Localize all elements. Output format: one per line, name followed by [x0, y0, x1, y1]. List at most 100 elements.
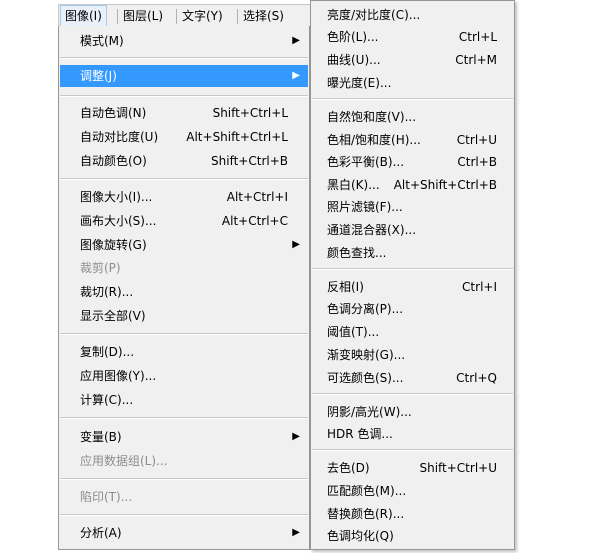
menu-item-posterize[interactable]: 色调分离(P)... [312, 298, 513, 320]
menu-separator [60, 514, 308, 516]
menu-item-label: 模式(M) [80, 34, 124, 48]
menu-item-label: 调整(J) [80, 69, 117, 83]
menu-item-label: 亮度/对比度(C)... [327, 8, 421, 22]
menu-item-hdr-toning[interactable]: HDR 色调... [312, 423, 513, 445]
menu-bar: 图像(I) 图层(L) 文字(Y) 选择(S) [58, 4, 320, 27]
menu-item-auto-contrast[interactable]: 自动对比度(U) Alt+Shift+Ctrl+L [60, 126, 308, 148]
menu-item-shortcut: Alt+Ctrl+I [226, 190, 288, 204]
menu-item-label: 阴影/高光(W)... [327, 405, 412, 419]
submenu-arrow-icon: ▶ [292, 35, 300, 46]
menu-item-label: 去色(D) [327, 461, 370, 475]
menu-item-label: 裁剪(P) [80, 261, 121, 275]
menubar-select[interactable]: 选择(S) [239, 5, 288, 27]
menu-item-shortcut: Alt+Shift+Ctrl+B [393, 178, 497, 192]
menu-item-label: 自动色调(N) [80, 106, 147, 120]
menu-item-auto-tone[interactable]: 自动色调(N) Shift+Ctrl+L [60, 102, 308, 124]
menu-item-black-white[interactable]: 黑白(K)... Alt+Shift+Ctrl+B [312, 174, 513, 196]
menu-item-canvas-size[interactable]: 画布大小(S)... Alt+Ctrl+C [60, 210, 308, 232]
menu-item-image-size[interactable]: 图像大小(I)... Alt+Ctrl+I [60, 186, 308, 208]
menu-item-trim[interactable]: 裁切(R)... [60, 281, 308, 303]
menubar-separator [176, 9, 177, 24]
menu-item-label: 变量(B) [80, 430, 122, 444]
menu-item-curves[interactable]: 曲线(U)... Ctrl+M [312, 49, 513, 71]
menu-item-photo-filter[interactable]: 照片滤镜(F)... [312, 196, 513, 218]
menu-item-label: 曲线(U)... [327, 53, 381, 67]
menu-separator [60, 333, 308, 335]
menu-item-shortcut: Ctrl+M [455, 53, 497, 67]
menu-item-label: 渐变映射(G)... [327, 348, 406, 362]
menu-item-label: 复制(D)... [80, 345, 135, 359]
menu-separator [60, 478, 308, 480]
menubar-separator [117, 9, 118, 24]
menu-item-exposure[interactable]: 曝光度(E)... [312, 72, 513, 94]
menu-separator [60, 417, 308, 419]
menu-separator [60, 95, 308, 97]
submenu-arrow-icon: ▶ [292, 527, 300, 538]
menu-item-label: 阈值(T)... [327, 325, 380, 339]
menu-item-calculations[interactable]: 计算(C)... [60, 389, 308, 411]
menu-separator [312, 393, 513, 395]
menu-item-shortcut: Shift+Ctrl+B [211, 154, 288, 168]
menu-separator [60, 178, 308, 180]
menu-item-label: 色彩平衡(B)... [327, 155, 405, 169]
menu-item-shortcut: Shift+Ctrl+L [212, 106, 288, 120]
menubar-layer[interactable]: 图层(L) [119, 5, 167, 27]
menu-separator [312, 449, 513, 451]
menu-item-label: 匹配颜色(M)... [327, 484, 407, 498]
menu-item-channel-mixer[interactable]: 通道混合器(X)... [312, 219, 513, 241]
menu-item-mode[interactable]: 模式(M) ▶ [60, 30, 308, 52]
menu-item-duplicate[interactable]: 复制(D)... [60, 341, 308, 363]
menu-item-label: 色调分离(P)... [327, 302, 404, 316]
menu-item-vibrance[interactable]: 自然饱和度(V)... [312, 106, 513, 128]
menu-item-match-color[interactable]: 匹配颜色(M)... [312, 480, 513, 502]
menu-item-label: 图像旋转(G) [80, 238, 147, 252]
menu-item-label: 可选颜色(S)... [327, 371, 404, 385]
menu-item-auto-color[interactable]: 自动颜色(O) Shift+Ctrl+B [60, 150, 308, 172]
menu-item-label: 陷印(T)... [80, 490, 133, 504]
menu-item-selective-color[interactable]: 可选颜色(S)... Ctrl+Q [312, 367, 513, 389]
menu-item-shortcut: Ctrl+B [457, 155, 497, 169]
menu-item-label: 自然饱和度(V)... [327, 110, 417, 124]
menu-item-brightness-contrast[interactable]: 亮度/对比度(C)... [312, 4, 513, 26]
menu-item-levels[interactable]: 色阶(L)... Ctrl+L [312, 26, 513, 48]
menu-item-analysis[interactable]: 分析(A) ▶ [60, 522, 308, 544]
menu-item-label: 分析(A) [80, 526, 122, 540]
menu-item-label: 图像大小(I)... [80, 190, 153, 204]
menu-item-shortcut: Alt+Shift+Ctrl+L [186, 130, 288, 144]
menu-item-variables[interactable]: 变量(B) ▶ [60, 426, 308, 448]
menu-item-shortcut: Alt+Ctrl+C [221, 214, 288, 228]
menu-item-label: 颜色查找... [327, 246, 387, 260]
menu-item-replace-color[interactable]: 替换颜色(R)... [312, 503, 513, 525]
menu-item-color-balance[interactable]: 色彩平衡(B)... Ctrl+B [312, 151, 513, 173]
menu-item-hue-saturation[interactable]: 色相/饱和度(H)... Ctrl+U [312, 129, 513, 151]
menu-item-label: 通道混合器(X)... [327, 223, 417, 237]
menu-separator [312, 268, 513, 270]
menu-item-apply-data-set: 应用数据组(L)... [60, 450, 308, 472]
menu-item-reveal-all[interactable]: 显示全部(V) [60, 305, 308, 327]
menu-item-label: 曝光度(E)... [327, 76, 392, 90]
menubar-image[interactable]: 图像(I) [60, 5, 107, 27]
menu-item-shadows-highlights[interactable]: 阴影/高光(W)... [312, 401, 513, 423]
image-menu: 模式(M) ▶ 调整(J) ▶ 自动色调(N) Shift+Ctrl+L 自动对… [58, 26, 310, 550]
menu-item-label: 自动颜色(O) [80, 154, 147, 168]
menu-item-adjust[interactable]: 调整(J) ▶ [60, 65, 308, 87]
menubar-type[interactable]: 文字(Y) [178, 5, 227, 27]
menu-item-gradient-map[interactable]: 渐变映射(G)... [312, 344, 513, 366]
menubar-separator [237, 9, 238, 24]
menu-item-apply-image[interactable]: 应用图像(Y)... [60, 365, 308, 387]
submenu-arrow-icon: ▶ [292, 70, 300, 81]
menu-item-shortcut: Ctrl+I [462, 280, 497, 294]
menu-item-image-rotation[interactable]: 图像旋转(G) ▶ [60, 234, 308, 256]
menu-item-label: 照片滤镜(F)... [327, 200, 403, 214]
menu-item-invert[interactable]: 反相(I) Ctrl+I [312, 276, 513, 298]
menu-separator [312, 98, 513, 100]
menu-item-label: 应用图像(Y)... [80, 369, 157, 383]
menu-item-label: 显示全部(V) [80, 309, 146, 323]
menu-item-desaturate[interactable]: 去色(D) Shift+Ctrl+U [312, 457, 513, 479]
menu-item-label: 替换颜色(R)... [327, 507, 405, 521]
menu-item-equalize[interactable]: 色调均化(Q) [312, 525, 513, 547]
menu-item-label: 黑白(K)... [327, 178, 380, 192]
menu-item-color-lookup[interactable]: 颜色查找... [312, 242, 513, 264]
menu-item-shortcut: Ctrl+L [458, 30, 497, 44]
menu-item-threshold[interactable]: 阈值(T)... [312, 321, 513, 343]
